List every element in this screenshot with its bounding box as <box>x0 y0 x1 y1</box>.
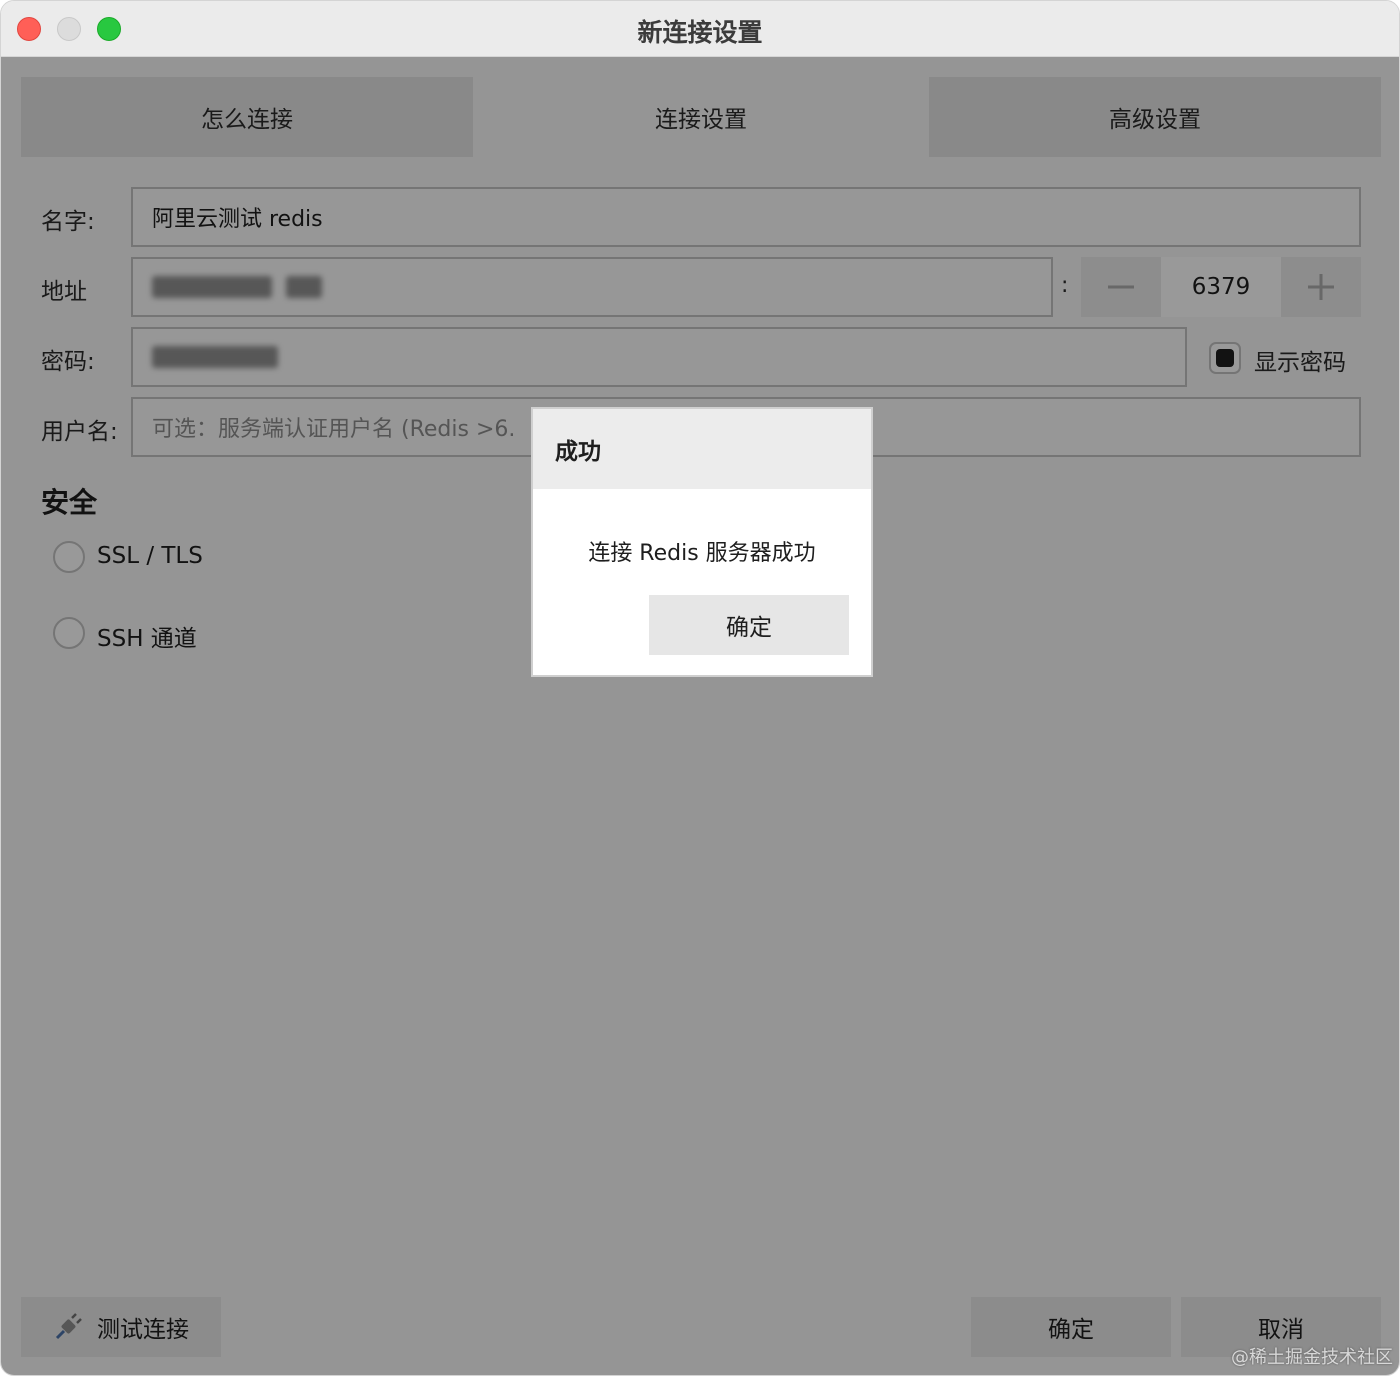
title-bar: 新连接设置 <box>1 1 1399 57</box>
modal-overlay <box>1 57 1399 1375</box>
dialog-message: 连接 Redis 服务器成功 <box>588 541 816 566</box>
dialog-ok-button[interactable]: 确定 <box>649 595 849 655</box>
success-dialog: 成功 连接 Redis 服务器成功 确定 <box>531 407 873 677</box>
connection-settings-window: 新连接设置 怎么连接 连接设置 高级设置 名字: 阿里云测试 redis 地址 … <box>0 0 1400 1376</box>
dialog-title: 成功 <box>533 409 871 489</box>
watermark: @稀土掘金技术社区 <box>1231 1347 1393 1368</box>
window-title: 新连接设置 <box>637 18 763 47</box>
